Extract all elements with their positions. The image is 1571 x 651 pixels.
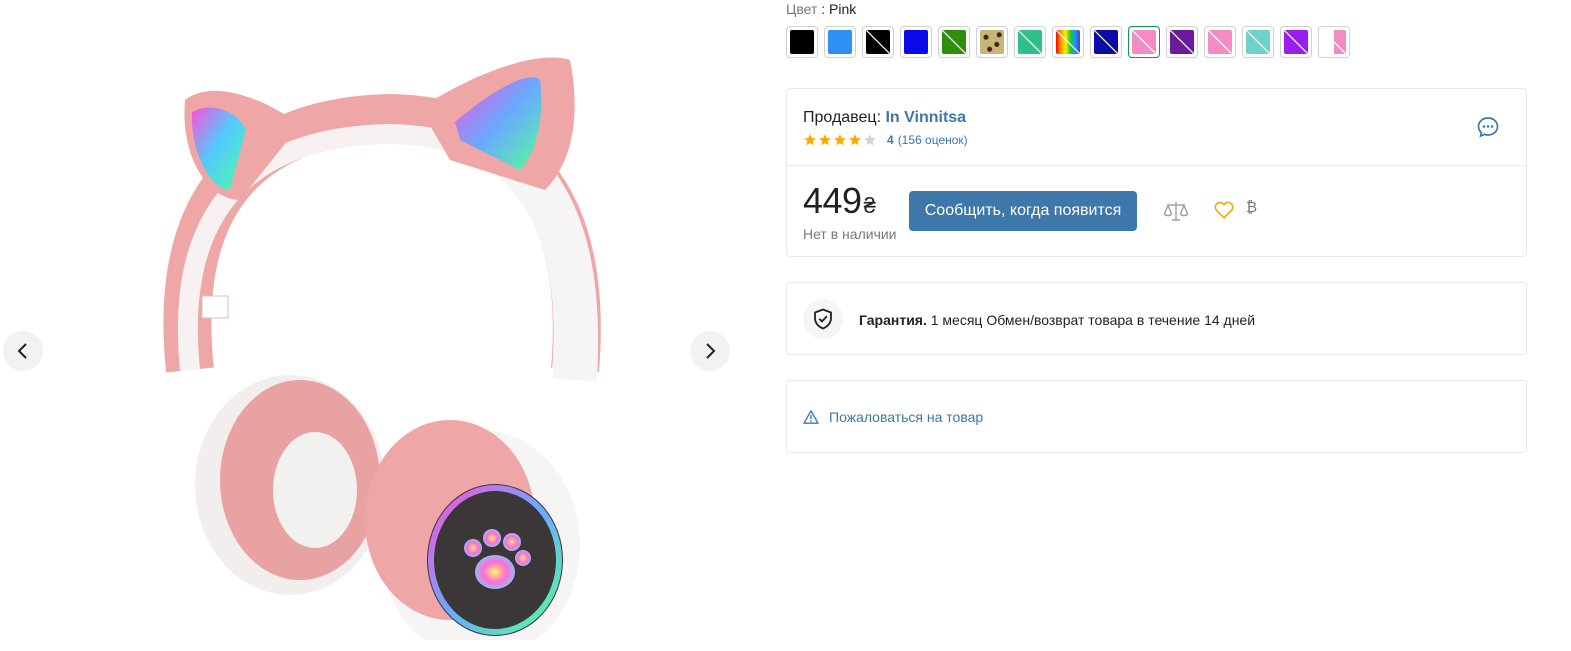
gallery-prev-button[interactable]	[3, 331, 43, 371]
gallery-next-button[interactable]	[690, 331, 730, 371]
star-filled-icon	[849, 134, 861, 146]
color-swatch-black[interactable]	[786, 26, 818, 58]
color-swatch-white-pink[interactable]	[1318, 26, 1350, 58]
report-label: Пожаловаться на товар	[829, 409, 984, 425]
color-swatch-violet-diag[interactable]	[1280, 26, 1312, 58]
star-empty-icon	[864, 134, 876, 146]
swatch-diagonal	[1284, 30, 1308, 54]
star-filled-icon	[819, 134, 831, 146]
warning-icon	[803, 410, 819, 424]
warranty-title: Гарантия.	[859, 312, 927, 328]
color-swatch-black-diag[interactable]	[862, 26, 894, 58]
warranty-text: Гарантия. 1 месяц Обмен/возврат товара в…	[859, 312, 1255, 328]
seller-price-card: Продавец: In Vinnitsa 4 (156 оценок) 449…	[786, 88, 1527, 257]
swatch-fill	[828, 30, 852, 54]
chat-seller-button[interactable]	[1476, 115, 1500, 139]
compare-button[interactable]	[1163, 199, 1189, 223]
warranty-card: Гарантия. 1 месяц Обмен/возврат товара в…	[786, 282, 1527, 355]
swatch-fill	[942, 30, 966, 54]
swatch-diagonal	[1018, 30, 1042, 54]
swatch-diagonal	[1246, 30, 1270, 54]
color-swatch-pink-diag[interactable]	[1128, 26, 1160, 58]
notify-when-available-button[interactable]: Сообщить, когда появится	[909, 191, 1137, 231]
heart-icon	[1214, 201, 1234, 219]
color-value: Pink	[829, 1, 857, 17]
seller-label: Продавец:	[803, 109, 882, 126]
color-swatch-purple-diag[interactable]	[1166, 26, 1198, 58]
swatch-diagonal	[1208, 30, 1232, 54]
color-swatch-teal-diag[interactable]	[1014, 26, 1046, 58]
seller-line: Продавец: In Vinnitsa	[803, 109, 966, 127]
chevron-right-icon	[706, 343, 716, 359]
color-swatches	[786, 26, 1350, 58]
bonus-icon: ₿	[1246, 199, 1258, 216]
rating-stars	[803, 133, 877, 147]
star-filled-icon	[804, 134, 816, 146]
seller-name-link[interactable]: In Vinnitsa	[885, 109, 966, 126]
swatch-diagonal	[1094, 30, 1118, 54]
swatch-fill	[1056, 30, 1080, 54]
color-swatch-navy-diag[interactable]	[1090, 26, 1122, 58]
swatch-diagonal	[1132, 30, 1156, 54]
star-filled-icon	[834, 134, 846, 146]
swatch-fill	[1132, 30, 1156, 54]
swatch-diagonal	[866, 30, 890, 54]
color-label: Цвет : Pink	[786, 1, 856, 17]
color-swatch-blue[interactable]	[900, 26, 932, 58]
swatch-diagonal	[1322, 30, 1346, 54]
warranty-details: 1 месяц Обмен/возврат товара в течение 1…	[930, 312, 1256, 328]
price: 449₴	[803, 180, 876, 222]
swatch-fill	[1208, 30, 1232, 54]
color-swatch-green-diag[interactable]	[938, 26, 970, 58]
swatch-fill	[790, 30, 814, 54]
swatch-fill	[1284, 30, 1308, 54]
color-label-sep: :	[817, 1, 830, 17]
rating-value: 4	[887, 133, 894, 147]
seller-section: Продавец: In Vinnitsa 4 (156 оценок)	[787, 89, 1526, 166]
swatch-fill	[1246, 30, 1270, 54]
swatch-fill	[980, 30, 1004, 54]
color-swatch-mint-diag[interactable]	[1242, 26, 1274, 58]
price-currency: ₴	[863, 193, 876, 218]
color-label-title: Цвет	[786, 1, 818, 17]
color-swatch-rainbow[interactable]	[1052, 26, 1084, 58]
scales-icon	[1163, 202, 1189, 221]
swatch-diagonal	[1170, 30, 1194, 54]
swatch-fill	[866, 30, 890, 54]
swatch-fill	[1018, 30, 1042, 54]
product-image[interactable]	[150, 40, 610, 640]
seller-rating: 4 (156 оценок)	[803, 133, 968, 147]
swatch-diagonal	[1056, 30, 1080, 54]
color-swatch-blue-light[interactable]	[824, 26, 856, 58]
report-card: Пожаловаться на товар	[786, 380, 1527, 453]
wishlist-button[interactable]	[1213, 199, 1235, 221]
rating-count-link[interactable]: (156 оценок)	[898, 133, 968, 147]
color-swatch-pink-2[interactable]	[1204, 26, 1236, 58]
report-product-link[interactable]: Пожаловаться на товар	[803, 409, 983, 425]
product-gallery	[0, 0, 760, 651]
swatch-fill	[904, 30, 928, 54]
swatch-fill	[1170, 30, 1194, 54]
swatch-diagonal	[942, 30, 966, 54]
swatch-fill	[1094, 30, 1118, 54]
chevron-left-icon	[17, 343, 27, 359]
stock-status: Нет в наличии	[803, 226, 897, 242]
color-swatch-leopard[interactable]	[976, 26, 1008, 58]
warranty-badge	[803, 299, 843, 339]
chat-icon	[1477, 117, 1499, 138]
swatch-fill	[1322, 30, 1346, 54]
shield-check-icon	[814, 308, 832, 330]
price-section: 449₴ Нет в наличии Сообщить, когда появи…	[787, 166, 1526, 258]
price-value: 449	[803, 180, 862, 221]
